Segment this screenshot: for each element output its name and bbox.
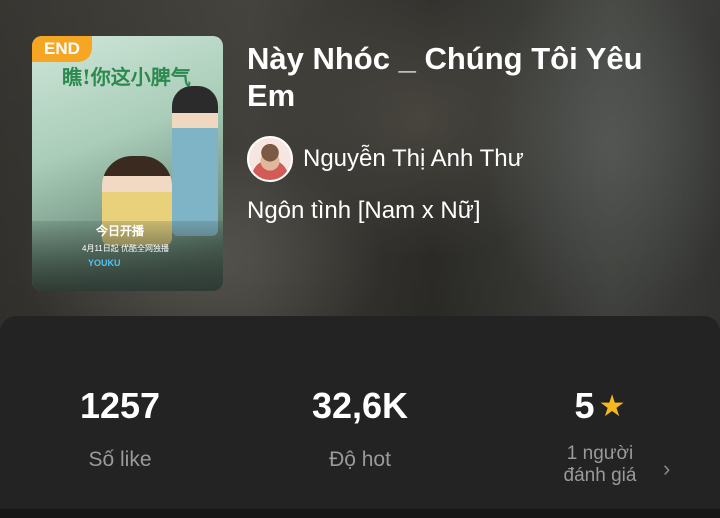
- raters-line-1: 1 người: [566, 443, 634, 464]
- hot-label: Độ hot: [329, 448, 391, 471]
- stats-panel: 1257 Số like 32,6K Độ hot 5 ★ 1 người đánh…: [0, 316, 720, 518]
- avatar[interactable]: [247, 136, 293, 182]
- stat-hot: 32,6K Độ hot: [260, 386, 460, 472]
- cover-tag: 今日开播: [96, 224, 145, 238]
- bottom-divider: [0, 509, 720, 518]
- chevron-right-icon[interactable]: ›: [663, 456, 670, 482]
- book-title: Này Nhóc _ Chúng Tôi Yêu Em: [247, 41, 643, 113]
- stat-likes: 1257 Số like: [20, 386, 220, 472]
- genre-label[interactable]: Ngôn tình [Nam x Nữ]: [247, 197, 480, 225]
- cover-figure-male: [172, 86, 218, 236]
- cover-brand: YOUKU: [88, 258, 121, 268]
- likes-count: 1257: [79, 385, 161, 426]
- raters-line-2: đánh giá: [563, 465, 637, 486]
- status-badge: END: [32, 36, 92, 62]
- likes-label: Số like: [88, 448, 152, 471]
- book-cover[interactable]: 瞧!你这小脾气 今日开播 4月11日起 优酷全网独播 YOUKU: [32, 36, 223, 291]
- hot-count: 32,6K: [311, 385, 409, 426]
- cover-date: 4月11日起 优酷全网独播: [82, 244, 169, 253]
- rating-value-row: 5 ★: [500, 386, 700, 427]
- rating-value: 5: [574, 385, 595, 426]
- author-name[interactable]: Nguyễn Thị Anh Thư: [303, 145, 524, 173]
- cover-title: 瞧!你这小脾气: [62, 65, 191, 89]
- author-row[interactable]: Nguyễn Thị Anh Thư: [247, 135, 524, 183]
- star-icon: ★: [598, 390, 626, 423]
